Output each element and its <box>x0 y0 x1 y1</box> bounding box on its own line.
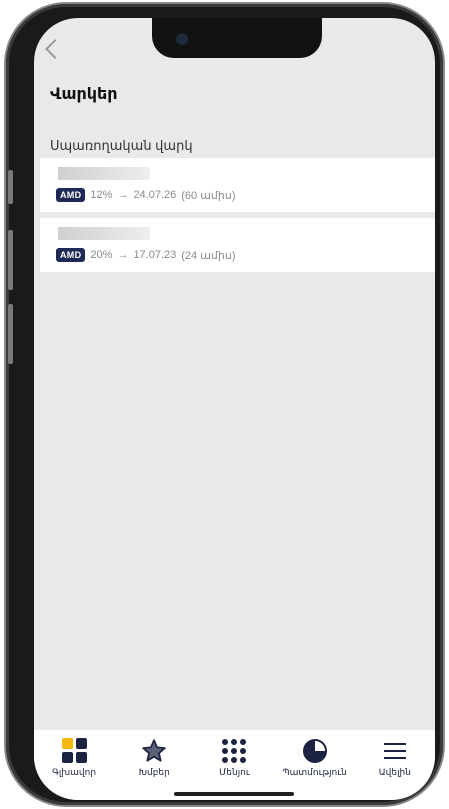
app-screen: Վարկեր Սպառողական վարկ AMD 12% → 24.07.2… <box>34 18 435 800</box>
tab-label: Գլխավոր <box>52 767 97 777</box>
mute-switch <box>8 170 13 204</box>
loan-name-placeholder <box>58 167 150 180</box>
star-icon <box>141 738 167 764</box>
home-indicator <box>174 792 294 796</box>
loan-meta: AMD 12% → 24.07.26 (60 ամիս) <box>56 188 236 202</box>
page-title: Վարկեր <box>50 86 118 103</box>
dots-grid-icon <box>221 738 247 764</box>
volume-up-button <box>8 230 13 290</box>
camera-icon <box>176 33 188 45</box>
tab-home[interactable]: Գլխավոր <box>35 738 113 778</box>
loan-term: (24 ամիս) <box>181 249 236 262</box>
loan-end-date: 24.07.26 <box>133 189 177 201</box>
currency-badge: AMD <box>56 248 86 262</box>
tab-groups[interactable]: Խմբեր <box>115 738 193 778</box>
tab-label: Խմբեր <box>138 767 170 777</box>
loan-card[interactable]: AMD 20% → 17.07.23 (24 ամիս) <box>40 218 435 272</box>
loan-name-placeholder <box>58 227 150 240</box>
loan-end-date: 17.07.23 <box>133 249 177 261</box>
notch <box>152 18 322 58</box>
tab-label: Ավելին <box>378 767 411 777</box>
arrow-icon: → <box>117 249 129 261</box>
arrow-icon: → <box>117 189 129 201</box>
section-title: Սպառողական վարկ <box>50 138 193 153</box>
tab-history[interactable]: Պատմություն <box>276 738 354 778</box>
phone-frame: Վարկեր Սպառողական վարկ AMD 12% → 24.07.2… <box>6 4 443 805</box>
home-grid-icon <box>61 738 87 764</box>
history-pie-icon <box>302 738 328 764</box>
tab-label: Պատմություն <box>282 767 347 777</box>
tab-label: Մենյու <box>219 767 250 777</box>
back-chevron-icon[interactable] <box>45 39 65 59</box>
menu-icon <box>382 738 408 764</box>
loan-term: (60 ամիս) <box>181 189 236 202</box>
volume-down-button <box>8 304 13 364</box>
loan-rate: 12% <box>90 189 113 201</box>
bottom-tab-bar: Գլխավոր Խմբեր Մենյու Պատմություն Ավելին <box>34 730 435 800</box>
loan-rate: 20% <box>90 249 113 261</box>
loan-meta: AMD 20% → 17.07.23 (24 ամիս) <box>56 248 236 262</box>
loan-card[interactable]: AMD 12% → 24.07.26 (60 ամիս) <box>40 158 435 212</box>
tab-more[interactable]: Ավելին <box>356 738 434 778</box>
tab-menu[interactable]: Մենյու <box>195 738 273 778</box>
currency-badge: AMD <box>56 188 86 202</box>
